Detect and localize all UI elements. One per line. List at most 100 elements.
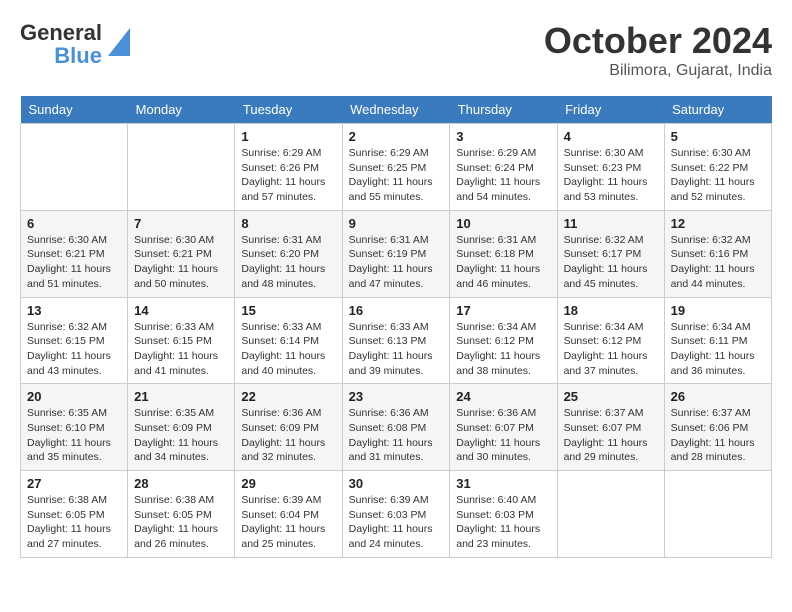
logo: General Blue xyxy=(20,20,130,66)
calendar-cell: 19 Sunrise: 6:34 AMSunset: 6:11 PMDayligh… xyxy=(664,297,771,384)
day-number: 5 xyxy=(671,129,765,144)
calendar-cell: 20 Sunrise: 6:35 AMSunset: 6:10 PMDayligh… xyxy=(21,384,128,471)
day-info: Sunrise: 6:40 AMSunset: 6:03 PMDaylight:… xyxy=(456,493,550,552)
day-info: Sunrise: 6:35 AMSunset: 6:10 PMDaylight:… xyxy=(27,406,121,465)
day-info: Sunrise: 6:37 AMSunset: 6:07 PMDaylight:… xyxy=(564,406,658,465)
day-number: 26 xyxy=(671,389,765,404)
day-number: 21 xyxy=(134,389,228,404)
calendar-cell: 29 Sunrise: 6:39 AMSunset: 6:04 PMDayligh… xyxy=(235,471,342,558)
day-number: 29 xyxy=(241,476,335,491)
day-info: Sunrise: 6:35 AMSunset: 6:09 PMDaylight:… xyxy=(134,406,228,465)
calendar-cell: 12 Sunrise: 6:32 AMSunset: 6:16 PMDayligh… xyxy=(664,210,771,297)
day-info: Sunrise: 6:31 AMSunset: 6:18 PMDaylight:… xyxy=(456,233,550,292)
day-info: Sunrise: 6:32 AMSunset: 6:16 PMDaylight:… xyxy=(671,233,765,292)
logo-icon xyxy=(108,28,130,56)
day-info: Sunrise: 6:34 AMSunset: 6:12 PMDaylight:… xyxy=(564,320,658,379)
day-info: Sunrise: 6:32 AMSunset: 6:17 PMDaylight:… xyxy=(564,233,658,292)
day-info: Sunrise: 6:29 AMSunset: 6:26 PMDaylight:… xyxy=(241,146,335,205)
day-number: 24 xyxy=(456,389,550,404)
calendar-cell: 9 Sunrise: 6:31 AMSunset: 6:19 PMDaylight… xyxy=(342,210,450,297)
location: Bilimora, Gujarat, India xyxy=(544,62,772,80)
day-number: 15 xyxy=(241,303,335,318)
calendar-week-row: 1 Sunrise: 6:29 AMSunset: 6:26 PMDaylight… xyxy=(21,124,772,211)
day-number: 4 xyxy=(564,129,658,144)
calendar-cell: 24 Sunrise: 6:36 AMSunset: 6:07 PMDayligh… xyxy=(450,384,557,471)
day-number: 8 xyxy=(241,216,335,231)
day-info: Sunrise: 6:36 AMSunset: 6:08 PMDaylight:… xyxy=(349,406,444,465)
calendar-cell: 6 Sunrise: 6:30 AMSunset: 6:21 PMDaylight… xyxy=(21,210,128,297)
calendar-cell: 22Sunrise: 6:36 AMSunset: 6:09 PMDayligh… xyxy=(235,384,342,471)
day-info: Sunrise: 6:32 AMSunset: 6:15 PMDaylight:… xyxy=(27,320,121,379)
day-number: 13 xyxy=(27,303,121,318)
calendar-cell: 8 Sunrise: 6:31 AMSunset: 6:20 PMDaylight… xyxy=(235,210,342,297)
calendar-cell: 31 Sunrise: 6:40 AMSunset: 6:03 PMDayligh… xyxy=(450,471,557,558)
calendar-cell: 21 Sunrise: 6:35 AMSunset: 6:09 PMDayligh… xyxy=(128,384,235,471)
day-number: 9 xyxy=(349,216,444,231)
calendar-cell xyxy=(128,124,235,211)
day-number: 12 xyxy=(671,216,765,231)
calendar-cell xyxy=(664,471,771,558)
calendar-week-row: 13 Sunrise: 6:32 AMSunset: 6:15 PMDayligh… xyxy=(21,297,772,384)
title-block: October 2024 Bilimora, Gujarat, India xyxy=(544,20,772,80)
day-info: Sunrise: 6:30 AMSunset: 6:21 PMDaylight:… xyxy=(27,233,121,292)
calendar-cell: 13 Sunrise: 6:32 AMSunset: 6:15 PMDayligh… xyxy=(21,297,128,384)
day-number: 28 xyxy=(134,476,228,491)
day-info: Sunrise: 6:37 AMSunset: 6:06 PMDaylight:… xyxy=(671,406,765,465)
day-info: Sunrise: 6:30 AMSunset: 6:22 PMDaylight:… xyxy=(671,146,765,205)
day-number: 25 xyxy=(564,389,658,404)
page-header: General Blue October 2024 Bilimora, Guja… xyxy=(20,20,772,80)
day-number: 6 xyxy=(27,216,121,231)
day-info: Sunrise: 6:29 AMSunset: 6:25 PMDaylight:… xyxy=(349,146,444,205)
weekday-header-thursday: Thursday xyxy=(450,96,557,124)
weekday-header-friday: Friday xyxy=(557,96,664,124)
calendar-cell: 18 Sunrise: 6:34 AMSunset: 6:12 PMDayligh… xyxy=(557,297,664,384)
day-number: 18 xyxy=(564,303,658,318)
day-number: 11 xyxy=(564,216,658,231)
day-number: 3 xyxy=(456,129,550,144)
day-number: 7 xyxy=(134,216,228,231)
day-number: 19 xyxy=(671,303,765,318)
calendar-cell: 10 Sunrise: 6:31 AMSunset: 6:18 PMDayligh… xyxy=(450,210,557,297)
day-number: 14 xyxy=(134,303,228,318)
day-info: Sunrise: 6:38 AMSunset: 6:05 PMDaylight:… xyxy=(134,493,228,552)
day-info: Sunrise: 6:36 AMSunset: 6:09 PMDaylight:… xyxy=(241,406,335,465)
day-info: Sunrise: 6:30 AMSunset: 6:21 PMDaylight:… xyxy=(134,233,228,292)
day-info: Sunrise: 6:36 AMSunset: 6:07 PMDaylight:… xyxy=(456,406,550,465)
day-number: 1 xyxy=(241,129,335,144)
calendar-cell: 7 Sunrise: 6:30 AMSunset: 6:21 PMDaylight… xyxy=(128,210,235,297)
weekday-header-monday: Monday xyxy=(128,96,235,124)
calendar-cell: 27Sunrise: 6:38 AMSunset: 6:05 PMDayligh… xyxy=(21,471,128,558)
day-info: Sunrise: 6:34 AMSunset: 6:11 PMDaylight:… xyxy=(671,320,765,379)
day-number: 31 xyxy=(456,476,550,491)
calendar-cell: 2 Sunrise: 6:29 AMSunset: 6:25 PMDaylight… xyxy=(342,124,450,211)
calendar-table: SundayMondayTuesdayWednesdayThursdayFrid… xyxy=(20,96,772,558)
day-number: 30 xyxy=(349,476,444,491)
day-number: 17 xyxy=(456,303,550,318)
day-info: Sunrise: 6:39 AMSunset: 6:04 PMDaylight:… xyxy=(241,493,335,552)
calendar-cell: 11 Sunrise: 6:32 AMSunset: 6:17 PMDayligh… xyxy=(557,210,664,297)
day-info: Sunrise: 6:31 AMSunset: 6:20 PMDaylight:… xyxy=(241,233,335,292)
calendar-cell: 25 Sunrise: 6:37 AMSunset: 6:07 PMDayligh… xyxy=(557,384,664,471)
calendar-cell: 30 Sunrise: 6:39 AMSunset: 6:03 PMDayligh… xyxy=(342,471,450,558)
calendar-cell: 26 Sunrise: 6:37 AMSunset: 6:06 PMDayligh… xyxy=(664,384,771,471)
day-number: 10 xyxy=(456,216,550,231)
day-info: Sunrise: 6:39 AMSunset: 6:03 PMDaylight:… xyxy=(349,493,444,552)
calendar-cell: 16Sunrise: 6:33 AMSunset: 6:13 PMDayligh… xyxy=(342,297,450,384)
day-number: 27 xyxy=(27,476,121,491)
logo-blue: Blue xyxy=(54,46,102,66)
calendar-cell: 17Sunrise: 6:34 AMSunset: 6:12 PMDayligh… xyxy=(450,297,557,384)
calendar-week-row: 6 Sunrise: 6:30 AMSunset: 6:21 PMDaylight… xyxy=(21,210,772,297)
calendar-week-row: 27 Sunrise: 6:38 AMSunset: 6:05 PMDayligh… xyxy=(21,471,772,558)
calendar-header-row: SundayMondayTuesdayWednesdayThursdayFrid… xyxy=(21,96,772,124)
calendar-cell: 4Sunrise: 6:30 AMSunset: 6:23 PMDaylight… xyxy=(557,124,664,211)
day-info: Sunrise: 6:31 AMSunset: 6:19 PMDaylight:… xyxy=(349,233,444,292)
calendar-cell: 23Sunrise: 6:36 AMSunset: 6:08 PMDayligh… xyxy=(342,384,450,471)
calendar-cell xyxy=(21,124,128,211)
day-number: 16 xyxy=(349,303,444,318)
month-title: October 2024 xyxy=(544,20,772,62)
day-number: 20 xyxy=(27,389,121,404)
calendar-cell xyxy=(557,471,664,558)
day-number: 2 xyxy=(349,129,444,144)
calendar-cell: 5 Sunrise: 6:30 AMSunset: 6:22 PMDaylight… xyxy=(664,124,771,211)
calendar-cell: 3Sunrise: 6:29 AMSunset: 6:24 PMDaylight… xyxy=(450,124,557,211)
